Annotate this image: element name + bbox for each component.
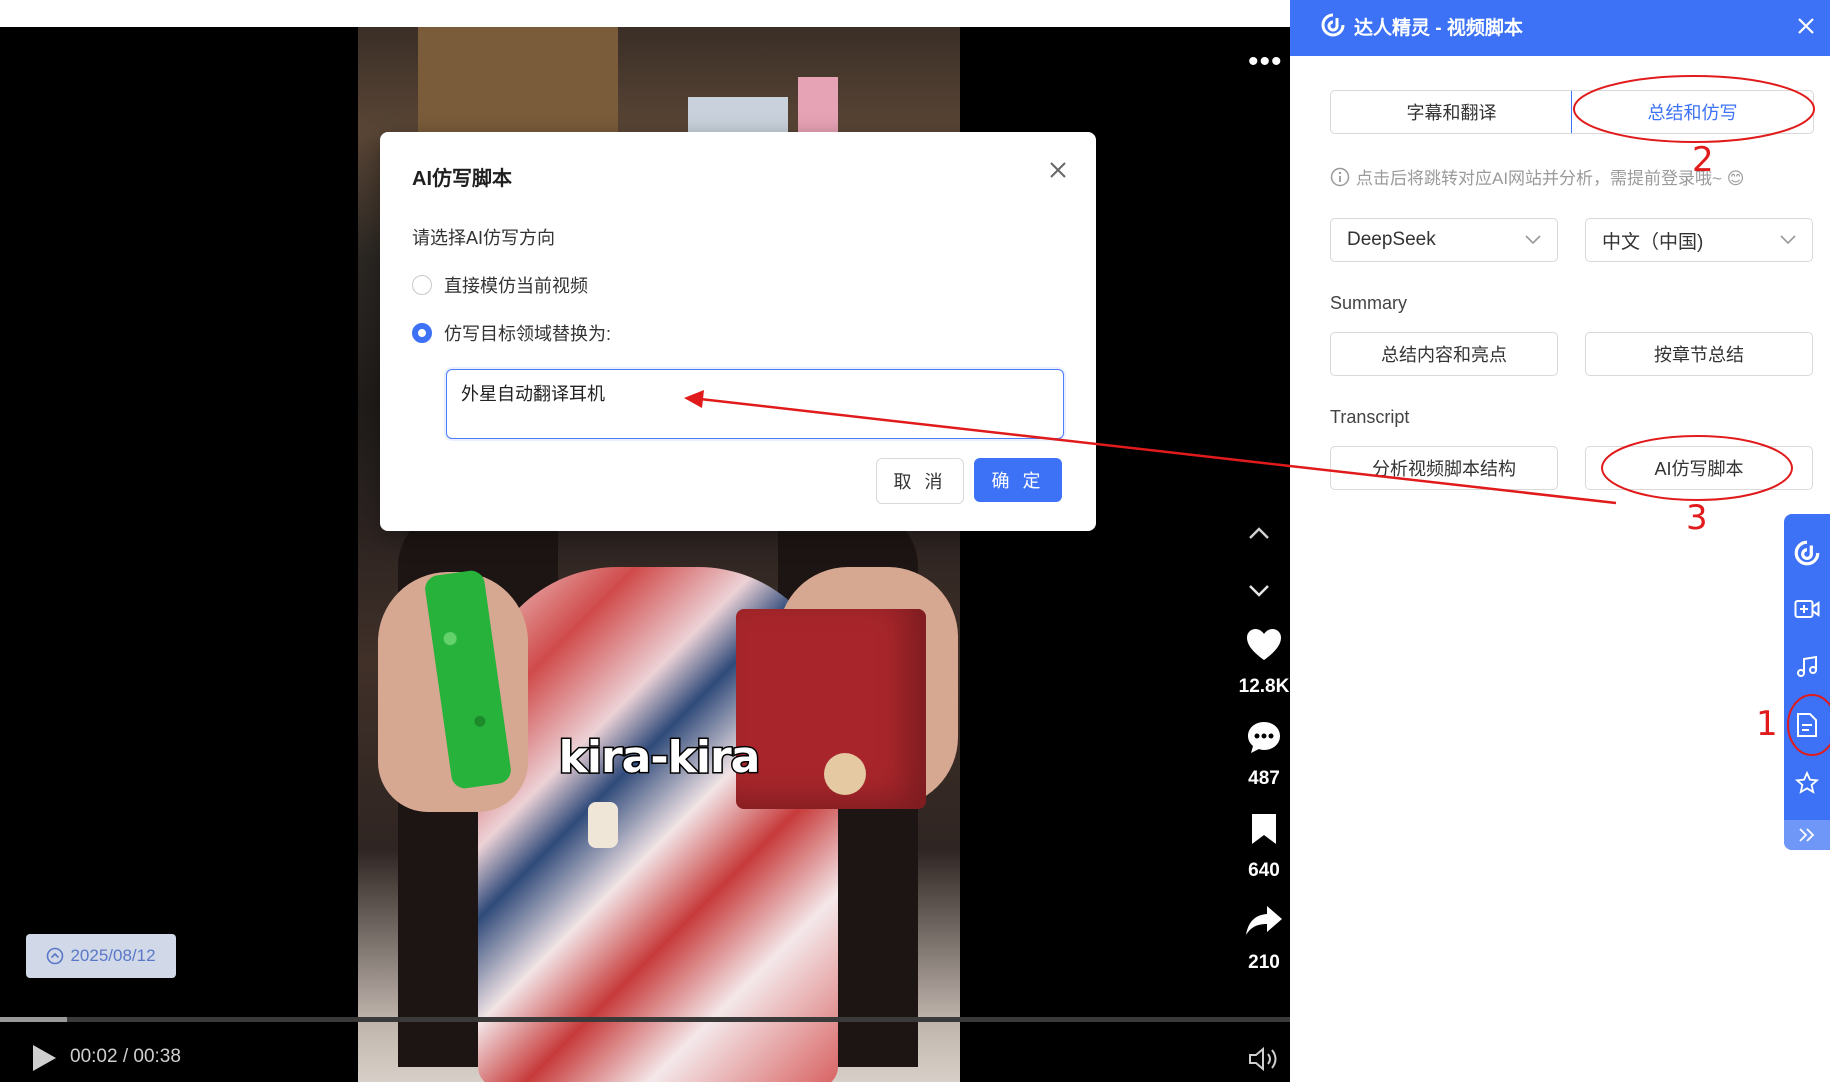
bookmark-button[interactable]: 640 bbox=[1232, 812, 1296, 882]
chevron-up-circle-icon bbox=[47, 947, 64, 965]
share-icon bbox=[1246, 906, 1282, 935]
date-badge[interactable]: 2025/08/12 bbox=[26, 934, 176, 978]
radio-label: 仿写目标领域替换为: bbox=[444, 324, 612, 344]
like-button[interactable]: 12.8K bbox=[1232, 628, 1296, 698]
video-bg-shelf bbox=[418, 27, 618, 137]
radio-button[interactable] bbox=[412, 275, 432, 295]
bookmark-icon bbox=[1252, 814, 1276, 844]
volume-button[interactable] bbox=[1248, 1046, 1280, 1077]
play-icon bbox=[33, 1045, 56, 1071]
comment-icon bbox=[1248, 722, 1280, 753]
more-icon[interactable]: ••• bbox=[1248, 47, 1283, 77]
video-add-icon[interactable] bbox=[1790, 592, 1824, 626]
chapter-summary-button[interactable]: 按章节总结 bbox=[1585, 332, 1813, 376]
document-icon[interactable] bbox=[1790, 708, 1824, 742]
chevron-down-icon bbox=[1525, 235, 1541, 245]
progress-bar[interactable] bbox=[0, 1017, 1290, 1022]
ai-rewrite-dialog: AI仿写脚本 请选择AI仿写方向 直接模仿当前视频 仿写目标领域替换为: 外星自… bbox=[380, 132, 1096, 531]
logo-icon bbox=[1320, 12, 1346, 43]
comment-button[interactable]: 487 bbox=[1232, 720, 1296, 790]
tab-subtitles-translation[interactable]: 字幕和翻译 bbox=[1331, 91, 1572, 133]
play-button[interactable] bbox=[30, 1043, 58, 1078]
radio-option-imitate[interactable]: 直接模仿当前视频 bbox=[412, 272, 588, 298]
hint-text: 点击后将跳转对应AI网站并分析，需提前登录哦~ 😊 bbox=[1330, 164, 1744, 189]
share-count: 210 bbox=[1248, 952, 1280, 973]
tab-switcher: 字幕和翻译 总结和仿写 bbox=[1330, 90, 1814, 134]
radio-button-selected[interactable] bbox=[412, 323, 432, 343]
chevron-down-icon bbox=[1780, 235, 1796, 245]
heart-icon bbox=[1247, 629, 1281, 660]
star-icon[interactable] bbox=[1790, 766, 1824, 800]
analyze-script-structure-button[interactable]: 分析视频脚本结构 bbox=[1330, 446, 1558, 490]
model-select-value: DeepSeek bbox=[1347, 229, 1436, 250]
dialog-title: AI仿写脚本 bbox=[412, 168, 512, 190]
progress-fill bbox=[0, 1017, 68, 1022]
video-caption: kira-kira bbox=[557, 731, 762, 785]
annotation-step-1: 1 bbox=[1756, 704, 1778, 744]
logo-icon[interactable] bbox=[1790, 536, 1824, 570]
radio-option-replace-domain[interactable]: 仿写目标领域替换为: bbox=[412, 320, 611, 346]
transcript-section-label: Transcript bbox=[1330, 407, 1410, 427]
annotation-step-3: 3 bbox=[1686, 498, 1708, 538]
chevron-down-icon[interactable] bbox=[1248, 578, 1270, 604]
language-select[interactable]: 中文（中国) bbox=[1585, 218, 1813, 262]
radio-label: 直接模仿当前视频 bbox=[444, 276, 588, 296]
date-text: 2025/08/12 bbox=[70, 946, 156, 965]
video-bottle bbox=[588, 802, 618, 848]
bookmark-count: 640 bbox=[1248, 860, 1280, 881]
annotation-step-2: 2 bbox=[1692, 140, 1714, 180]
confirm-button[interactable]: 确 定 bbox=[974, 458, 1062, 502]
comment-count: 487 bbox=[1248, 768, 1280, 789]
share-button[interactable]: 210 bbox=[1232, 904, 1296, 974]
model-select[interactable]: DeepSeek bbox=[1330, 218, 1558, 262]
like-count: 12.8K bbox=[1238, 676, 1290, 697]
chevron-up-icon[interactable] bbox=[1248, 520, 1270, 546]
language-select-value: 中文（中国) bbox=[1602, 231, 1704, 253]
tab-summary-rewrite[interactable]: 总结和仿写 bbox=[1571, 91, 1813, 133]
time-display: 00:02 / 00:38 bbox=[70, 1046, 181, 1067]
side-panel bbox=[1290, 0, 1830, 1082]
summary-section-label: Summary bbox=[1330, 293, 1408, 313]
music-icon[interactable] bbox=[1790, 650, 1824, 684]
hint-label: 点击后将跳转对应AI网站并分析，需提前登录哦~ 😊 bbox=[1356, 169, 1745, 188]
double-chevron-right-icon[interactable] bbox=[1784, 820, 1830, 850]
panel-title: 达人精灵 - 视频脚本 bbox=[1354, 18, 1523, 39]
close-icon[interactable] bbox=[1046, 158, 1070, 182]
volume-icon bbox=[1249, 1046, 1277, 1072]
cancel-button[interactable]: 取 消 bbox=[876, 458, 964, 504]
ai-rewrite-script-button[interactable]: AI仿写脚本 bbox=[1585, 446, 1813, 490]
dialog-subtitle: 请选择AI仿写方向 bbox=[412, 228, 556, 248]
summarize-highlights-button[interactable]: 总结内容和亮点 bbox=[1330, 332, 1558, 376]
domain-input[interactable]: 外星自动翻译耳机 bbox=[446, 369, 1064, 439]
info-icon bbox=[1330, 167, 1350, 186]
close-icon[interactable] bbox=[1794, 14, 1818, 43]
